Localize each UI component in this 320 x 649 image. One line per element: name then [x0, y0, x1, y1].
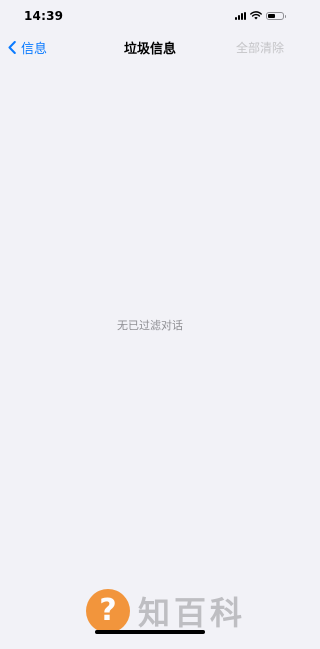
status-bar: 14:39	[0, 0, 300, 34]
navigation-bar: 信息 垃圾信息 全部清除	[0, 34, 300, 60]
wifi-icon	[250, 11, 262, 20]
watermark-text: 知百科	[138, 594, 247, 632]
question-mark-icon: ?	[86, 589, 130, 633]
watermark-logo: ? 知百科	[86, 588, 246, 634]
status-time: 14:39	[24, 9, 64, 23]
clear-all-button[interactable]: 全部清除	[236, 39, 284, 56]
cellular-signal-icon	[235, 11, 246, 20]
empty-state-message: 无已过滤对话	[117, 319, 183, 332]
home-indicator[interactable]	[95, 630, 205, 634]
status-icons	[235, 11, 286, 20]
battery-icon	[266, 11, 286, 20]
battery-fill	[268, 13, 275, 18]
